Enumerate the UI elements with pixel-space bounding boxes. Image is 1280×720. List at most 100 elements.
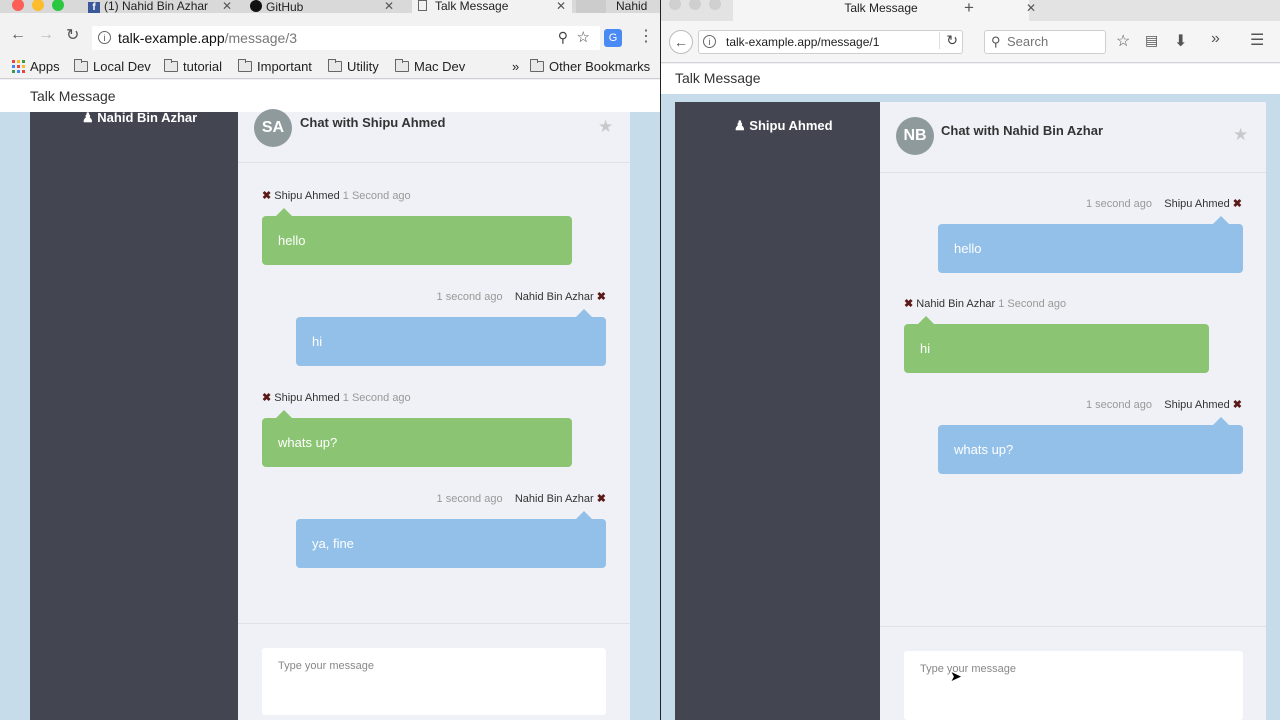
overflow-button[interactable]: » [1211,30,1220,48]
close-tab-icon[interactable]: ✕ [384,0,394,12]
window-controls [669,0,721,10]
bookmarks-overflow-button[interactable]: » [512,59,519,74]
avatar: NB [896,117,934,155]
download-icon[interactable]: ⬇ [1174,31,1187,51]
bookmark-label: Utility [347,59,379,74]
bookmark-label: Other Bookmarks [549,59,651,74]
message-bubble: hello [938,216,1243,273]
github-icon [250,0,262,12]
tab-title: (1) Nahid Bin Azhar [104,0,209,13]
maximize-window-icon[interactable] [52,0,64,11]
maximize-window-icon[interactable] [709,0,721,10]
minimize-window-icon[interactable] [689,0,701,10]
tab-facebook[interactable]: f (1) Nahid Bin Azhar ✕ [88,0,238,14]
avatar: SA [254,109,292,147]
bookmark-other[interactable]: Other Bookmarks [530,59,650,74]
bookmark-mac-dev[interactable]: Mac Dev [395,59,465,74]
delete-message-icon[interactable]: ✖ [1233,198,1242,210]
message-time: 1 second ago [1085,399,1153,411]
new-tab-button[interactable]: + [964,0,974,18]
info-icon: i [98,31,111,44]
bookmark-local-dev[interactable]: Local Dev [74,59,151,74]
bookmark-star-icon[interactable]: ☆ [1116,31,1130,51]
tab-title: GitHub [266,0,304,14]
message-sender: Shipu Ahmed [274,392,340,404]
close-window-icon[interactable] [669,0,681,10]
message-meta: 1 second ago Nahid Bin Azhar ✖ [437,290,606,303]
app-navbar: Talk Message [0,80,660,112]
tab-talk-message[interactable]: Talk Message ✕ [412,0,572,14]
sidebar-user[interactable]: ♟ Shipu Ahmed [734,118,833,134]
search-icon: ⚲ [991,34,1001,49]
address-bar[interactable]: i talk-example.app/message/3 ⚲ ☆ [92,26,600,50]
reading-list-icon[interactable]: ▤ [1145,32,1158,49]
zoom-icon[interactable]: ⚲ [558,29,568,46]
sidebar-user-name: Shipu Ahmed [749,118,833,133]
delete-message-icon[interactable]: ✖ [262,190,271,202]
reload-icon[interactable]: ↻ [66,25,79,45]
tab-github[interactable]: GitHub ✕ [250,0,400,14]
delete-message-icon[interactable]: ✖ [904,298,913,310]
close-tab-icon[interactable]: ✕ [1026,0,1036,17]
minimize-window-icon[interactable] [32,0,44,11]
chrome-window: f (1) Nahid Bin Azhar ✕ GitHub ✕ Talk Mes… [0,0,660,720]
user-sidebar: ♟ Shipu Ahmed [675,102,880,720]
new-tab-button[interactable] [576,0,606,14]
close-tab-icon[interactable]: ✕ [222,0,232,12]
close-tab-icon[interactable]: ✕ [556,0,566,12]
forward-arrow-icon[interactable]: → [38,26,54,44]
delete-message-icon[interactable]: ✖ [1233,399,1242,411]
message-meta: 1 second ago Shipu Ahmed ✖ [1086,197,1242,210]
message-time: 1 second ago [436,291,503,303]
star-icon[interactable]: ★ [1233,125,1248,145]
bookmark-star-icon[interactable]: ☆ [577,28,590,46]
message-meta: ✖ Nahid Bin Azhar 1 Second ago [904,297,1066,310]
back-arrow-icon[interactable]: ← [10,26,26,44]
close-window-icon[interactable] [12,0,24,11]
bookmark-label: Important [257,59,312,74]
message-bubble: hello [262,208,572,265]
chat-header: NB Chat with Nahid Bin Azhar ★ [880,102,1266,173]
delete-message-icon[interactable]: ✖ [597,493,606,505]
reload-icon[interactable]: ↻ [939,32,958,49]
chat-title: Chat with Nahid Bin Azhar [941,123,1104,138]
chat-title: Chat with Shipu Ahmed [300,115,446,130]
translate-icon[interactable]: G [604,29,622,47]
menu-kebab-icon[interactable]: ⋮ [638,26,654,46]
bookmark-apps[interactable]: Apps [12,59,60,74]
bookmark-label: Local Dev [93,59,151,74]
app-brand[interactable]: Talk Message [30,88,116,104]
bookmark-utility[interactable]: Utility [328,59,379,74]
search-field[interactable]: ⚲ [984,30,1106,54]
url-path: /message/3 [224,30,297,46]
search-input[interactable] [1007,34,1097,49]
url-text: talk-example.app/message/1 [726,35,880,49]
app-brand[interactable]: Talk Message [675,70,761,86]
folder-icon [530,59,544,72]
delete-message-icon[interactable]: ✖ [262,392,271,404]
bookmark-important[interactable]: Important [238,59,312,74]
mouse-cursor-icon: ➤ [950,668,962,684]
profile-name[interactable]: Nahid [616,0,660,14]
back-arrow-icon[interactable]: ← [669,30,693,54]
star-icon[interactable]: ★ [598,117,613,137]
message-sender: Shipu Ahmed [274,190,340,202]
bookmark-tutorial[interactable]: tutorial [164,59,222,74]
sidebar-user[interactable]: ♟ Nahid Bin Azhar [82,110,197,126]
chrome-toolbar: ← → ↻ i talk-example.app/message/3 ⚲ ☆ G… [0,13,660,55]
message-bubble: whats up? [262,410,572,467]
firefox-window: Talk Message ✕ + ← i talk-example.app/me… [661,0,1280,720]
message-input[interactable] [262,648,606,715]
tab-talk-message[interactable]: Talk Message ✕ [733,0,1036,21]
bookmark-label: tutorial [183,59,223,74]
window-controls [12,0,64,11]
address-bar[interactable]: i talk-example.app/message/1 ↻ [698,30,963,54]
bookmark-label: Mac Dev [414,59,466,74]
user-icon: ♟ [734,118,746,133]
delete-message-icon[interactable]: ✖ [597,291,606,303]
hamburger-menu-icon[interactable]: ☰ [1250,30,1264,50]
user-sidebar: ♟ Nahid Bin Azhar [30,110,238,720]
message-input[interactable] [904,651,1243,720]
overflow-label: » [512,59,520,74]
bookmark-label: Apps [30,59,60,74]
